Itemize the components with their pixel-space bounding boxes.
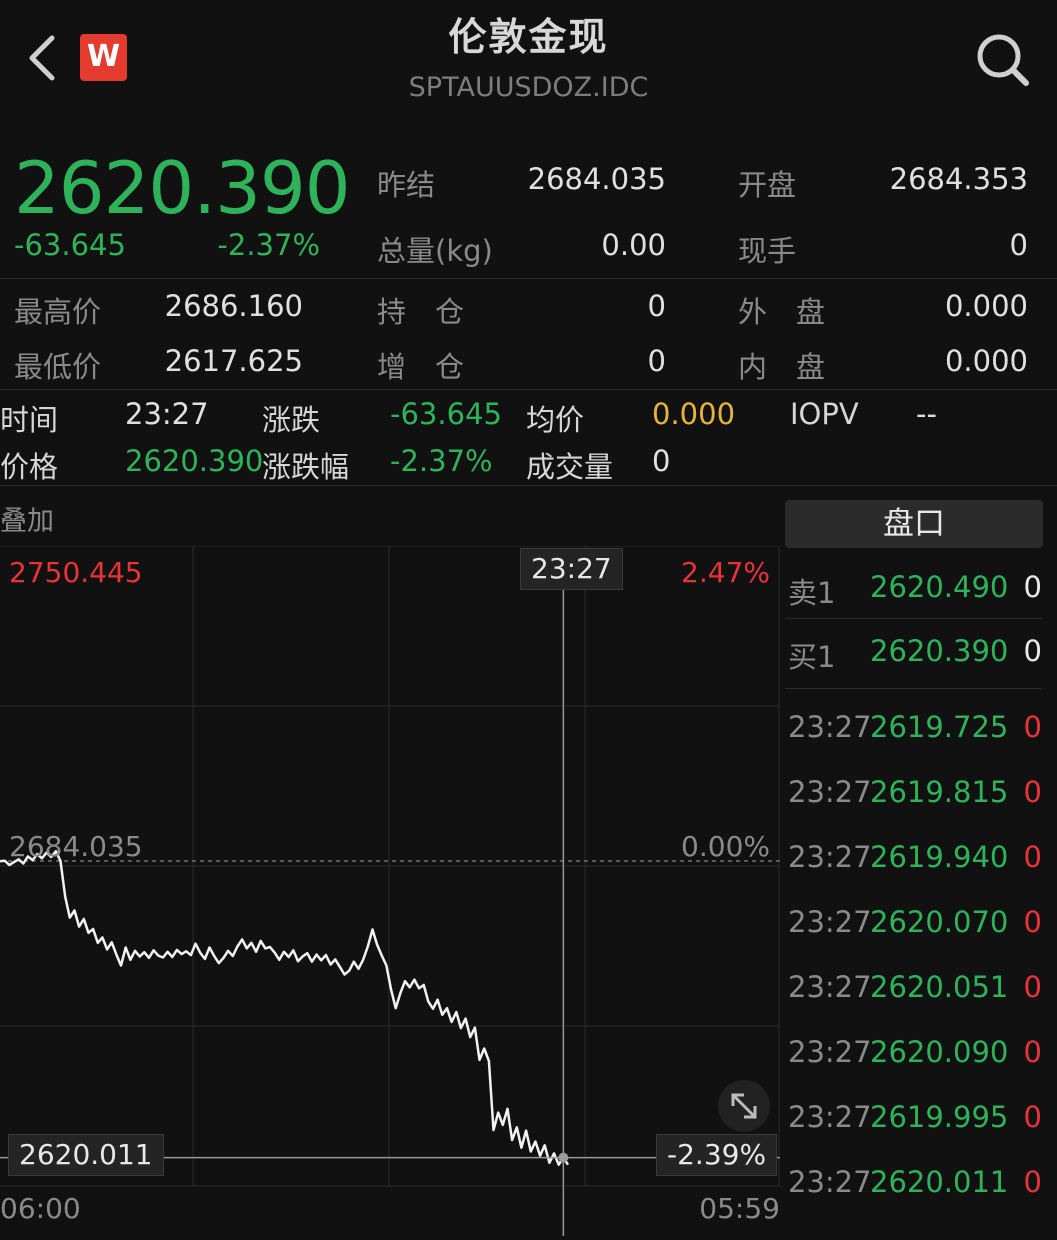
divider bbox=[0, 278, 1057, 279]
instrument-code: SPTAUUSDOZ.IDC bbox=[408, 72, 649, 103]
crosshair-price-label: 价格 bbox=[0, 450, 59, 484]
current-hand-value: 0 bbox=[1009, 228, 1028, 262]
crosshair-dot bbox=[558, 1152, 569, 1163]
tick-time: 23:27 bbox=[788, 775, 872, 809]
tick-price: 2619.995 bbox=[870, 1100, 1009, 1134]
last-price: 2620.390 bbox=[14, 146, 351, 230]
price-change: -63.645 bbox=[14, 228, 126, 262]
tick-volume: 0 bbox=[1023, 970, 1042, 1004]
open-interest-label: 持 仓 bbox=[377, 295, 465, 329]
x-axis-end-label: 05:59 bbox=[699, 1192, 780, 1225]
current-hand-label: 现手 bbox=[738, 234, 797, 268]
price-chart-svg bbox=[0, 545, 780, 1236]
sell1-volume: 0 bbox=[1023, 570, 1042, 604]
open-value: 2684.353 bbox=[889, 162, 1028, 196]
crosshair-change-label: 涨跌 bbox=[262, 403, 321, 437]
high-value: 2686.160 bbox=[164, 289, 303, 323]
y-axis-mid-pct: 0.00% bbox=[681, 830, 770, 863]
chart-grid bbox=[0, 545, 780, 1187]
cursor-price-tag: 2620.011 bbox=[8, 1134, 164, 1176]
divider bbox=[785, 618, 1042, 619]
tick-volume: 0 bbox=[1023, 1165, 1042, 1199]
tab-order-book[interactable]: 盘口 bbox=[785, 500, 1043, 548]
iopv-label: IOPV bbox=[790, 397, 859, 431]
high-label: 最高价 bbox=[14, 295, 102, 329]
expand-chart-button[interactable] bbox=[718, 1080, 770, 1132]
turnover-value: 0 bbox=[652, 444, 671, 478]
crosshair-time: 23:27 bbox=[125, 397, 209, 431]
crosshair-change-pct-label: 涨跌幅 bbox=[262, 450, 350, 484]
prev-settle-value: 2684.035 bbox=[527, 162, 666, 196]
low-value: 2617.625 bbox=[164, 344, 303, 378]
tick-volume: 0 bbox=[1023, 840, 1042, 874]
tick-price: 2620.070 bbox=[870, 905, 1009, 939]
low-label: 最低价 bbox=[14, 350, 102, 384]
cursor-time-tag: 23:27 bbox=[520, 548, 623, 590]
inner-label: 内 盘 bbox=[738, 350, 826, 384]
divider bbox=[0, 485, 1057, 486]
volume-label: 总量(kg) bbox=[377, 234, 493, 268]
tick-price: 2619.940 bbox=[870, 840, 1009, 874]
tick-volume: 0 bbox=[1023, 1035, 1042, 1069]
oi-change-label: 增 仓 bbox=[377, 350, 465, 384]
x-axis-start-label: 06:00 bbox=[0, 1192, 81, 1225]
turnover-label: 成交量 bbox=[526, 450, 614, 484]
y-axis-top-label: 2750.445 bbox=[9, 556, 143, 589]
open-label: 开盘 bbox=[738, 168, 797, 202]
open-interest-value: 0 bbox=[647, 289, 666, 323]
tick-price: 2619.815 bbox=[870, 775, 1009, 809]
crosshair-change: -63.645 bbox=[390, 397, 502, 431]
tick-volume: 0 bbox=[1023, 775, 1042, 809]
inner-value: 0.000 bbox=[944, 344, 1028, 378]
tick-time: 23:27 bbox=[788, 840, 872, 874]
expand-arrows-icon bbox=[731, 1093, 757, 1119]
tick-price: 2620.051 bbox=[870, 970, 1009, 1004]
buy1-label: 买1 bbox=[788, 640, 836, 674]
tick-time: 23:27 bbox=[788, 1100, 872, 1134]
outer-value: 0.000 bbox=[944, 289, 1028, 323]
tick-price: 2619.725 bbox=[870, 710, 1009, 744]
tick-volume: 0 bbox=[1023, 1100, 1042, 1134]
tick-volume: 0 bbox=[1023, 905, 1042, 939]
crosshair-time-label: 时间 bbox=[0, 403, 59, 437]
tick-time: 23:27 bbox=[788, 1165, 872, 1199]
price-change-pct: -2.37% bbox=[217, 228, 320, 262]
oi-change-value: 0 bbox=[647, 344, 666, 378]
divider bbox=[785, 688, 1042, 689]
iopv-value: -- bbox=[916, 397, 937, 431]
page-title: 伦敦金现 bbox=[448, 15, 609, 59]
tick-price: 2620.011 bbox=[870, 1165, 1009, 1199]
prev-settle-label: 昨结 bbox=[377, 168, 436, 202]
search-icon bbox=[977, 34, 1029, 86]
crosshair-avg-label: 均价 bbox=[526, 403, 585, 437]
buy1-price: 2620.390 bbox=[870, 634, 1009, 668]
divider bbox=[0, 389, 1057, 390]
y-axis-mid-label: 2684.035 bbox=[9, 830, 143, 863]
search-button[interactable] bbox=[972, 30, 1032, 88]
tick-time: 23:27 bbox=[788, 970, 872, 1004]
crosshair-price: 2620.390 bbox=[125, 444, 264, 478]
intraday-chart[interactable] bbox=[0, 545, 780, 1236]
sell1-label: 卖1 bbox=[788, 576, 836, 610]
tick-time: 23:27 bbox=[788, 1035, 872, 1069]
sell1-price: 2620.490 bbox=[870, 570, 1009, 604]
tick-price: 2620.090 bbox=[870, 1035, 1009, 1069]
crosshair-avg: 0.000 bbox=[652, 397, 736, 431]
outer-label: 外 盘 bbox=[738, 295, 826, 329]
price-series-line bbox=[0, 849, 570, 1166]
y-axis-top-pct: 2.47% bbox=[681, 556, 770, 589]
volume-value: 0.00 bbox=[601, 228, 666, 262]
overlay-button[interactable]: 叠加 bbox=[0, 499, 54, 538]
buy1-volume: 0 bbox=[1023, 634, 1042, 668]
cursor-pct-tag: -2.39% bbox=[656, 1134, 778, 1176]
tick-volume: 0 bbox=[1023, 710, 1042, 744]
tick-time: 23:27 bbox=[788, 710, 872, 744]
tick-time: 23:27 bbox=[788, 905, 872, 939]
crosshair-change-pct: -2.37% bbox=[390, 444, 493, 478]
